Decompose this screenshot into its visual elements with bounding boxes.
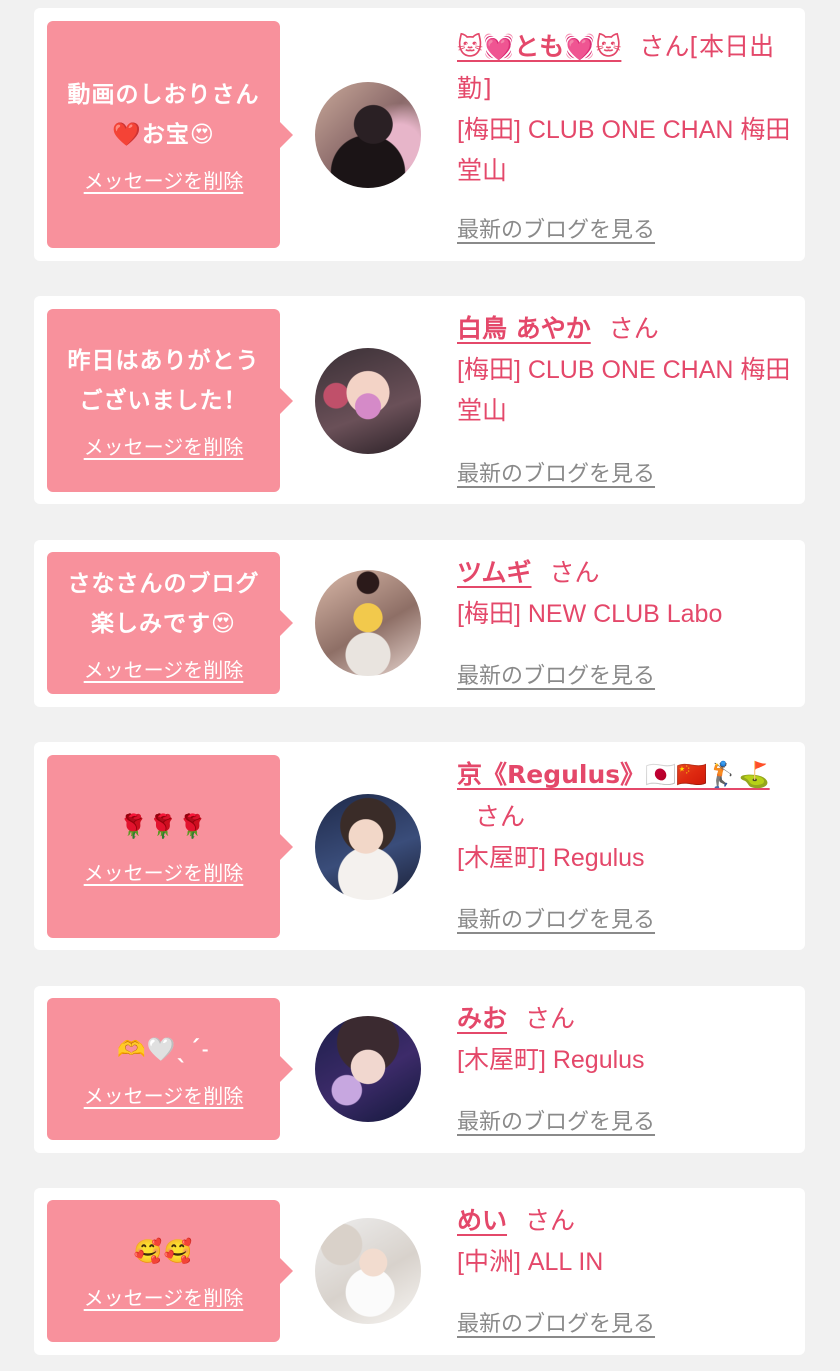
shop-name: [梅田] CLUB ONE CHAN 梅田堂山: [457, 356, 791, 425]
message-bubble: さなさんのブログ 楽しみです😍 メッセージを削除: [47, 552, 293, 694]
message-bubble: 昨日はありがとう ございました！ メッセージを削除: [47, 309, 293, 492]
avatar[interactable]: [315, 1218, 421, 1324]
cast-info: めい さん [中洲] ALL IN: [457, 1200, 802, 1283]
cast-info: 🐱💓とも💓🐱 さん[本日出勤] [梅田] CLUB ONE CHAN 梅田堂山: [457, 26, 802, 192]
latest-blog-link[interactable]: 最新のブログを見る: [457, 1306, 655, 1338]
delete-message-link[interactable]: メッセージを削除: [84, 431, 244, 460]
cast-info: みお さん [木屋町] Regulus: [457, 998, 802, 1081]
cast-name-link[interactable]: ツムギ: [457, 558, 532, 587]
latest-blog-link[interactable]: 最新のブログを見る: [457, 658, 655, 690]
message-text: さなさんのブログ 楽しみです😍: [67, 570, 260, 637]
honorific: さん: [525, 1004, 576, 1033]
list-item: さなさんのブログ 楽しみです😍 メッセージを削除 ツムギ さん [梅田] NEW …: [34, 540, 805, 707]
message-text: 🥰🥰: [133, 1238, 194, 1265]
shop-name: [梅田] NEW CLUB Labo: [457, 600, 723, 628]
list-item: 🌹🌹🌹 メッセージを削除 京《Regulus》🇯🇵🇨🇳🏌️⛳ さん [木屋町] R…: [34, 742, 805, 950]
message-text: 🌹🌹🌹: [119, 814, 208, 840]
shop-name: [木屋町] Regulus: [457, 1046, 645, 1074]
latest-blog-link[interactable]: 最新のブログを見る: [457, 1104, 655, 1136]
cast-name-link[interactable]: 京《Regulus》🇯🇵🇨🇳🏌️⛳: [457, 760, 770, 789]
cast-info: 京《Regulus》🇯🇵🇨🇳🏌️⛳ さん [木屋町] Regulus: [457, 754, 802, 879]
avatar[interactable]: [315, 570, 421, 676]
message-text: 🫶🤍ˎˊ˗: [117, 1036, 210, 1063]
honorific: さん: [475, 802, 526, 831]
avatar[interactable]: [315, 1016, 421, 1122]
list-item: 🥰🥰 メッセージを削除 めい さん [中洲] ALL IN 最新のブログを見る: [34, 1188, 805, 1355]
message-bubble: 🫶🤍ˎˊ˗ メッセージを削除: [47, 998, 293, 1140]
message-text: 昨日はありがとう ございました！: [67, 348, 260, 414]
message-list: 動画のしおりさん ❤️お宝😍 メッセージを削除 🐱💓とも💓🐱 さん[本日出勤] […: [0, 0, 840, 1371]
latest-blog-link[interactable]: 最新のブログを見る: [457, 456, 655, 488]
avatar[interactable]: [315, 348, 421, 454]
cast-name-link[interactable]: みお: [457, 1004, 507, 1033]
cast-name-link[interactable]: めい: [457, 1206, 507, 1235]
list-item: 🫶🤍ˎˊ˗ メッセージを削除 みお さん [木屋町] Regulus 最新のブログ…: [34, 986, 805, 1153]
avatar[interactable]: [315, 794, 421, 900]
list-item: 動画のしおりさん ❤️お宝😍 メッセージを削除 🐱💓とも💓🐱 さん[本日出勤] […: [34, 8, 805, 261]
honorific: さん: [525, 1206, 576, 1235]
message-bubble: 🌹🌹🌹 メッセージを削除: [47, 755, 293, 938]
delete-message-link[interactable]: メッセージを削除: [84, 654, 244, 683]
latest-blog-link[interactable]: 最新のブログを見る: [457, 902, 655, 934]
message-text: 動画のしおりさん ❤️お宝😍: [67, 82, 260, 148]
shop-name: [梅田] CLUB ONE CHAN 梅田堂山: [457, 116, 791, 185]
delete-message-link[interactable]: メッセージを削除: [84, 165, 244, 194]
shop-name: [木屋町] Regulus: [457, 844, 645, 872]
delete-message-link[interactable]: メッセージを削除: [84, 857, 244, 886]
delete-message-link[interactable]: メッセージを削除: [84, 1080, 244, 1109]
latest-blog-link[interactable]: 最新のブログを見る: [457, 212, 655, 244]
delete-message-link[interactable]: メッセージを削除: [84, 1282, 244, 1311]
cast-info: ツムギ さん [梅田] NEW CLUB Labo: [457, 552, 802, 635]
honorific: さん: [549, 558, 600, 587]
shop-name: [中洲] ALL IN: [457, 1248, 604, 1276]
cast-info: 白鳥 あやか さん [梅田] CLUB ONE CHAN 梅田堂山: [457, 308, 802, 432]
cast-name-link[interactable]: 白鳥 あやか: [457, 314, 591, 343]
avatar[interactable]: [315, 82, 421, 188]
cast-name-link[interactable]: 🐱💓とも💓🐱: [457, 32, 621, 61]
message-bubble: 🥰🥰 メッセージを削除: [47, 1200, 293, 1342]
message-bubble: 動画のしおりさん ❤️お宝😍 メッセージを削除: [47, 21, 293, 248]
honorific: さん: [608, 314, 659, 343]
list-item: 昨日はありがとう ございました！ メッセージを削除 白鳥 あやか さん [梅田] …: [34, 296, 805, 504]
